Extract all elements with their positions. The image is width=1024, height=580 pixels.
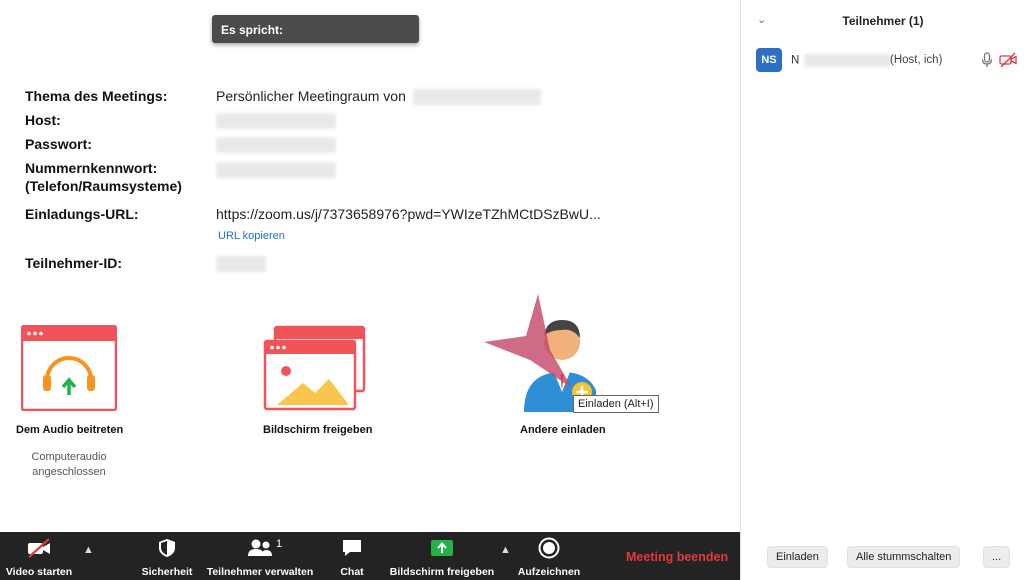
security-label: Sicherheit <box>141 566 193 578</box>
share-screen-tile-button[interactable] <box>263 325 367 413</box>
mute-all-button[interactable]: Alle stummschalten <box>847 546 961 568</box>
audio-headphones-icon <box>20 324 118 412</box>
record-label: Aufzeichnen <box>517 566 581 578</box>
join-audio-button[interactable] <box>20 324 118 412</box>
security-button[interactable]: Sicherheit <box>136 532 198 580</box>
password-value <box>216 135 336 154</box>
zoom-meeting-window: Es spricht: Thema des Meetings: Persönli… <box>0 0 1024 580</box>
redacted-participant-name <box>803 54 892 67</box>
invite-button[interactable]: Einladen <box>767 546 828 568</box>
record-icon <box>538 537 560 559</box>
share-screen-toolbar-label: Bildschirm freigeben <box>389 566 495 578</box>
redacted-host <box>216 113 336 130</box>
password-label: Passwort: <box>25 136 92 152</box>
redacted-password <box>216 137 336 154</box>
join-audio-label: Dem Audio beitreten <box>16 424 124 436</box>
record-button[interactable]: Aufzeichnen <box>516 532 582 580</box>
redacted-numeric-password <box>216 162 336 179</box>
end-meeting-button[interactable]: Meeting beenden <box>626 550 728 564</box>
start-video-button[interactable]: Video starten <box>0 532 78 580</box>
invite-others-label: Andere einladen <box>520 424 606 436</box>
participant-role: (Host, ich) <box>890 54 943 66</box>
active-speaker-indicator: Es spricht: <box>212 15 419 43</box>
numeric-password-label-line2: (Telefon/Raumsysteme) <box>25 178 182 194</box>
redacted-host-name <box>412 89 541 106</box>
computer-audio-status: Computeraudio angeschlossen <box>20 450 118 480</box>
topic-value: Persönlicher Meetingraum von <box>216 87 541 106</box>
video-options-chevron-up-icon[interactable]: ▲ <box>83 544 94 556</box>
share-screen-image-icon <box>263 325 366 411</box>
share-screen-arrow-icon <box>431 540 453 556</box>
participant-id-label: Teilnehmer-ID: <box>25 255 122 271</box>
copy-url-link[interactable]: URL kopieren <box>218 230 285 242</box>
participants-panel-title: Teilnehmer (1) <box>842 14 924 28</box>
microphone-icon[interactable] <box>981 52 993 68</box>
share-screen-label: Bildschirm freigeben <box>263 424 373 436</box>
numeric-password-label: Nummernkennwort: (Telefon/Raumsysteme) <box>25 159 182 195</box>
numeric-password-label-line1: Nummernkennwort: <box>25 160 158 176</box>
chat-label: Chat <box>340 566 364 578</box>
computer-audio-status-line1: Computeraudio <box>31 451 107 463</box>
video-off-icon[interactable] <box>999 52 1017 68</box>
host-label: Host: <box>25 112 61 128</box>
participant-row[interactable]: NS N (Host, ich) <box>741 46 1024 74</box>
participants-icon <box>248 539 272 556</box>
video-off-icon <box>28 538 50 558</box>
redacted-participant-id <box>216 256 266 273</box>
host-value <box>216 111 336 130</box>
share-options-chevron-up-icon[interactable]: ▲ <box>500 544 511 556</box>
invite-url-label: Einladungs-URL: <box>25 206 139 222</box>
participant-name-initial: N <box>791 54 800 67</box>
manage-participants-label: Teilnehmer verwalten <box>206 566 314 578</box>
participant-id-value <box>216 254 266 273</box>
topic-label: Thema des Meetings: <box>25 88 168 104</box>
chat-bubble-icon <box>343 540 361 556</box>
participants-count-badge: 1 <box>276 538 283 550</box>
computer-audio-status-line2: angeschlossen <box>32 466 106 478</box>
shield-icon <box>159 539 175 557</box>
start-video-label: Video starten <box>5 566 73 578</box>
topic-text: Persönlicher Meetingraum von <box>216 88 406 104</box>
participant-avatar: NS <box>756 48 782 72</box>
participant-name: N <box>791 54 892 67</box>
participants-panel: ⌄ Teilnehmer (1) NS N (Host, ich) Einlad… <box>740 0 1024 580</box>
more-options-button[interactable]: ... <box>983 546 1011 568</box>
chat-button[interactable]: Chat <box>330 532 374 580</box>
meeting-toolbar: Video starten ▲ Sicherheit 1 Teilnehmer … <box>0 532 740 580</box>
invite-tooltip: Einladen (Alt+I) <box>573 395 659 413</box>
active-speaker-label: Es spricht: <box>221 23 284 37</box>
numeric-password-value <box>216 160 336 179</box>
invite-url-value: https://zoom.us/j/7373658976?pwd=YWIzeTZ… <box>216 206 601 222</box>
manage-participants-button[interactable]: 1 Teilnehmer verwalten <box>206 532 314 580</box>
meeting-main-area: Es spricht: Thema des Meetings: Persönli… <box>0 0 740 532</box>
share-screen-toolbar-button[interactable]: Bildschirm freigeben <box>386 532 498 580</box>
